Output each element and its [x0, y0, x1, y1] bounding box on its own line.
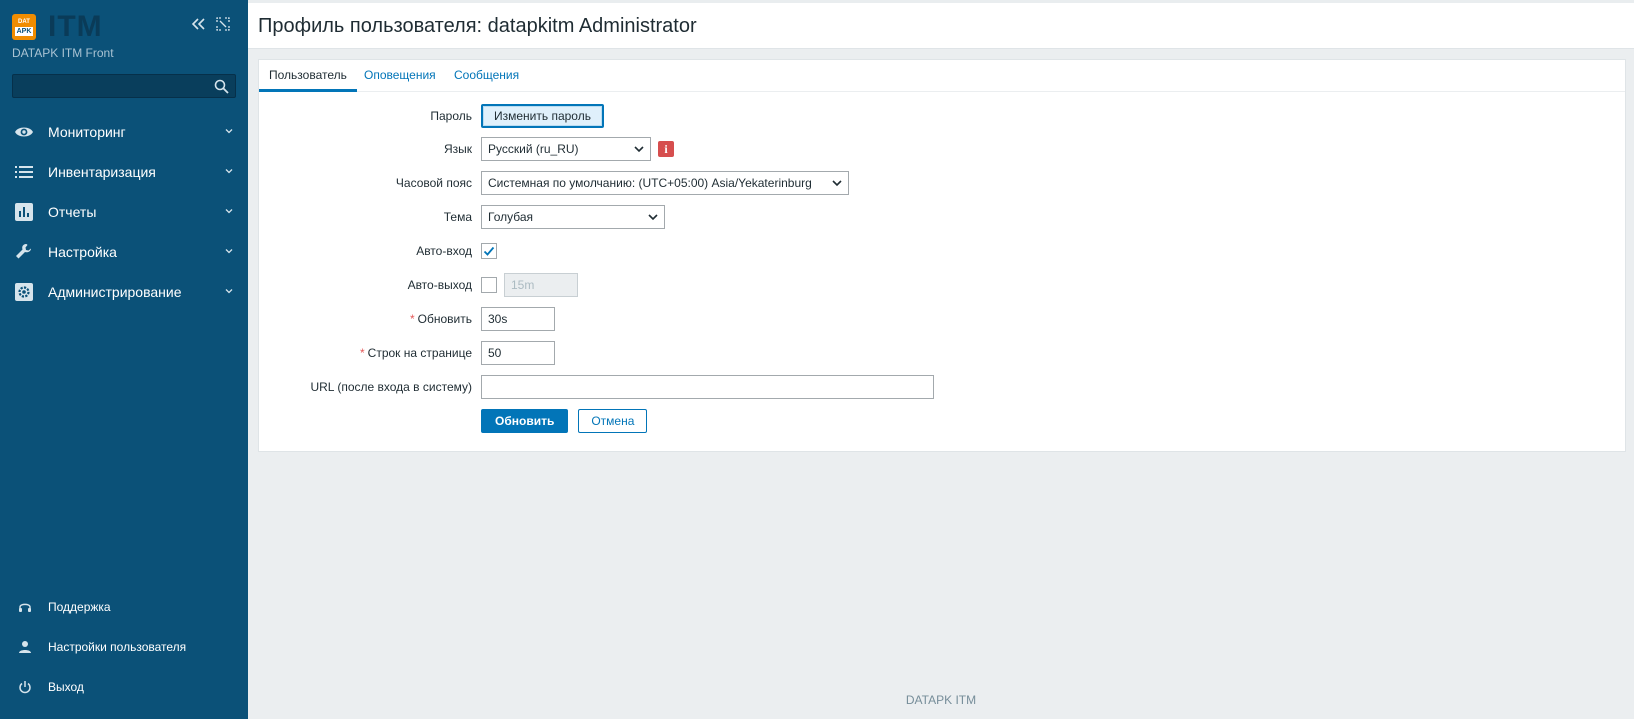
menu-item-signout[interactable]: Выход — [0, 667, 248, 707]
page-title: Профиль пользователя: datapkitm Administ… — [258, 15, 697, 37]
change-password-button[interactable]: Изменить пароль — [481, 104, 604, 128]
user-icon — [17, 639, 33, 655]
double-chevron-left-icon — [191, 18, 205, 30]
timezone-select[interactable]: Системная по умолчанию: (UTC+05:00) Asia… — [481, 171, 849, 195]
language-select[interactable]: Русский (ru_RU) — [481, 137, 651, 161]
refresh-label: * Обновить — [409, 312, 472, 326]
bottom-menu: Поддержка Настройки пользователя Выход — [0, 587, 248, 707]
menu-item-label: Выход — [48, 680, 84, 694]
profile-form-panel: Пользователь Оповещения Сообщения Пароль… — [258, 59, 1626, 452]
theme-label: Тема — [443, 210, 472, 224]
menu-item-user-settings[interactable]: Настройки пользователя — [0, 627, 248, 667]
info-icon[interactable]: i — [658, 141, 674, 157]
menu-item-label: Инвентаризация — [48, 164, 156, 180]
rows-per-page-label: * Строк на странице — [360, 346, 472, 360]
eye-icon — [14, 122, 34, 142]
autologin-row: Авто-вход — [259, 239, 1625, 263]
autologin-label: Авто-вход — [416, 244, 472, 258]
sidebar: DAT APK ITM DATAPK ITM Front Мониторинг … — [0, 0, 248, 719]
page-header: Профиль пользователя: datapkitm Administ… — [248, 0, 1634, 49]
main-menu: Мониторинг Инвентаризация Отчеты Настрой… — [0, 112, 248, 312]
autologout-label: Авто-выход — [407, 278, 472, 292]
update-button[interactable]: Обновить — [481, 409, 569, 433]
menu-item-configuration[interactable]: Настройка — [0, 232, 248, 272]
footer: DATAPK ITM — [905, 693, 977, 707]
chevron-down-icon — [225, 129, 233, 134]
chevron-down-icon — [648, 214, 658, 221]
tab-bar: Пользователь Оповещения Сообщения — [259, 60, 1625, 92]
headset-icon — [17, 599, 33, 615]
server-name: DATAPK ITM Front — [12, 46, 114, 60]
search-icon[interactable] — [214, 79, 229, 94]
expand-icon — [216, 17, 230, 31]
sidebar-search — [12, 74, 236, 98]
brand[interactable]: DAT APK ITM — [12, 12, 103, 42]
menu-item-support[interactable]: Поддержка — [0, 587, 248, 627]
autologout-input — [504, 273, 578, 297]
language-label: Язык — [443, 142, 472, 156]
logo-top-text: DAT — [18, 18, 30, 25]
tab-notifications[interactable]: Оповещения — [364, 60, 436, 92]
menu-item-label: Отчеты — [48, 204, 97, 220]
autologout-row: Авто-выход — [259, 273, 1625, 297]
collapse-sidebar-button[interactable] — [190, 14, 208, 34]
url-label: URL (после входа в систему) — [310, 380, 472, 394]
url-row: URL (после входа в систему) — [259, 375, 1625, 399]
autologin-checkbox[interactable] — [481, 243, 497, 259]
chevron-down-icon — [225, 169, 233, 174]
chevron-down-icon — [634, 146, 644, 153]
language-value: Русский (ru_RU) — [488, 142, 579, 156]
menu-item-label: Настройка — [48, 244, 117, 260]
logo-text: ITM — [48, 10, 103, 43]
kiosk-mode-button[interactable] — [216, 17, 230, 31]
sidebar-search-input[interactable] — [13, 75, 209, 97]
language-row: Язык Русский (ru_RU) i — [259, 137, 1625, 161]
list-icon — [14, 162, 34, 182]
power-icon — [17, 679, 33, 695]
form-buttons: Обновить Отмена — [259, 409, 1625, 433]
autologout-checkbox[interactable] — [481, 277, 497, 293]
tab-messages[interactable]: Сообщения — [454, 60, 519, 92]
password-label: Пароль — [430, 109, 472, 123]
url-input[interactable] — [481, 375, 934, 399]
theme-row: Тема Голубая — [259, 205, 1625, 229]
chevron-down-icon — [225, 209, 233, 214]
logo-icon: DAT APK — [12, 14, 36, 40]
required-marker: * — [409, 312, 415, 326]
menu-item-monitoring[interactable]: Мониторинг — [0, 112, 248, 152]
wrench-icon — [14, 242, 34, 262]
chevron-down-icon — [225, 249, 233, 254]
menu-item-label: Администрирование — [48, 284, 182, 300]
password-row: Пароль Изменить пароль — [259, 104, 1625, 128]
refresh-row: * Обновить — [259, 307, 1625, 331]
refresh-input[interactable] — [481, 307, 555, 331]
theme-value: Голубая — [488, 210, 534, 224]
tab-user[interactable]: Пользователь — [259, 60, 357, 92]
menu-item-label: Настройки пользователя — [48, 640, 187, 654]
chevron-down-icon — [832, 180, 842, 187]
logo-bottom-text: APK — [14, 26, 34, 36]
menu-item-label: Поддержка — [48, 600, 111, 614]
theme-select[interactable]: Голубая — [481, 205, 665, 229]
rows-per-page-row: * Строк на странице — [259, 341, 1625, 365]
menu-item-administration[interactable]: Администрирование — [0, 272, 248, 312]
timezone-label: Часовой пояс — [395, 176, 472, 190]
chevron-down-icon — [225, 289, 233, 294]
menu-item-label: Мониторинг — [48, 124, 126, 140]
gear-icon — [14, 282, 34, 302]
timezone-row: Часовой пояс Системная по умолчанию: (UT… — [259, 171, 1625, 195]
menu-item-reports[interactable]: Отчеты — [0, 192, 248, 232]
rows-per-page-input[interactable] — [481, 341, 555, 365]
menu-item-inventory[interactable]: Инвентаризация — [0, 152, 248, 192]
checkmark-icon — [483, 246, 495, 256]
timezone-value: Системная по умолчанию: (UTC+05:00) Asia… — [488, 176, 812, 190]
required-marker: * — [360, 346, 365, 360]
bar-chart-icon — [14, 202, 34, 222]
cancel-button[interactable]: Отмена — [578, 409, 648, 433]
